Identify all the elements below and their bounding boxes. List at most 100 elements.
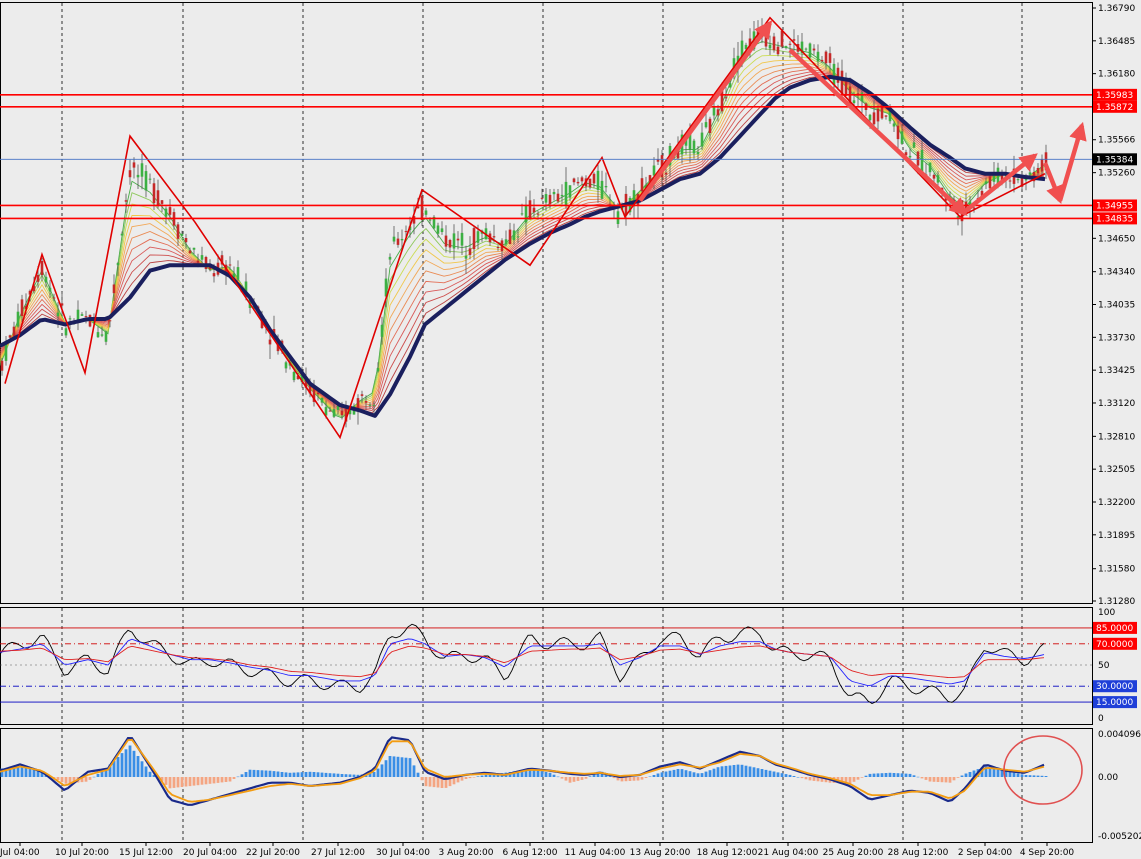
macd-bar-75 — [300, 772, 304, 777]
candle-body-224 — [896, 125, 900, 140]
macd-bar-180 — [720, 766, 724, 777]
candle-body-47 — [188, 250, 192, 254]
macd-bar-42 — [168, 777, 172, 789]
candle-body-14 — [56, 312, 60, 317]
x-tick-label-9: 11 Aug 04:00 — [565, 848, 626, 858]
macd-bar-88 — [352, 774, 356, 777]
macd-bar-226 — [904, 773, 908, 777]
candle-body-193 — [772, 36, 776, 51]
candle-body-135 — [540, 197, 544, 199]
price-tick-label-0: 1.36790 — [1098, 4, 1135, 14]
candle-body-225 — [900, 131, 904, 144]
candle-body-38 — [152, 183, 156, 204]
candle-body-107 — [428, 219, 432, 221]
macd-bar-256 — [1024, 775, 1028, 777]
candle-body-30 — [120, 233, 124, 236]
macd-bar-189 — [756, 768, 760, 777]
macd-bar-190 — [760, 769, 764, 777]
candle-body-28 — [112, 284, 116, 294]
macd-bar-242 — [968, 772, 972, 777]
candle-body-41 — [164, 208, 168, 217]
macd-bar-160 — [640, 777, 644, 780]
macd-bar-99 — [396, 756, 400, 777]
candle-body-111 — [444, 235, 448, 247]
candle-body-92 — [368, 404, 372, 406]
candle-body-90 — [360, 394, 364, 396]
candle-body-85 — [340, 410, 344, 416]
macd-bar-87 — [348, 774, 352, 777]
candle-body-26 — [104, 331, 108, 342]
macd-bar-72 — [288, 772, 292, 777]
macd-bar-195 — [780, 773, 784, 777]
macd-bar-44 — [176, 777, 180, 788]
chart-canvas[interactable]: 1.36790 1.36485 1.36180 1.35566 1.35260 1.346… — [0, 0, 1141, 859]
macd-bar-56 — [224, 777, 228, 782]
macd-bar-228 — [912, 775, 916, 777]
macd-bar-69 — [276, 771, 280, 777]
candle-body-93 — [372, 404, 376, 406]
osc-tick-label-2: 0 — [1098, 714, 1104, 724]
candle-body-178 — [712, 107, 716, 116]
candle-body-234 — [936, 175, 940, 183]
osc-level-badge-label-1: 70.0000 — [1096, 640, 1133, 650]
macd-bar-21 — [84, 777, 88, 782]
candle-body-198 — [792, 39, 796, 41]
price-tick-label-1: 1.36485 — [1098, 37, 1135, 47]
candle-body-46 — [184, 238, 188, 243]
macd-bar-48 — [192, 777, 196, 786]
macd-bar-116 — [464, 777, 468, 779]
macd-bar-5 — [20, 767, 24, 777]
macd-bar-158 — [632, 777, 636, 781]
macd-bar-232 — [928, 777, 932, 782]
macd-bar-143 — [572, 777, 576, 782]
macd-bar-253 — [1012, 772, 1016, 777]
macd-bar-78 — [312, 772, 316, 777]
macd-bar-138 — [552, 774, 556, 777]
candle-body-112 — [448, 240, 452, 248]
macd-bar-163 — [652, 775, 656, 777]
macd-bar-81 — [324, 772, 328, 777]
candle-body-95 — [380, 324, 384, 337]
macd-bar-101 — [404, 757, 408, 777]
macd-bar-82 — [328, 773, 332, 777]
macd-bar-146 — [584, 777, 588, 779]
macd-bar-7 — [28, 768, 32, 777]
macd-bar-178 — [712, 768, 716, 777]
macd-bar-47 — [188, 777, 192, 787]
chart-window[interactable]: 1.36790 1.36485 1.36180 1.35566 1.35260 1.346… — [0, 0, 1141, 859]
macd-bar-140 — [560, 777, 564, 779]
macd-bar-219 — [876, 773, 880, 777]
candle-body-145 — [580, 177, 584, 182]
candle-body-12 — [48, 287, 52, 292]
candle-body-217 — [868, 114, 872, 121]
macd-bar-188 — [752, 767, 756, 777]
macd-bar-185 — [740, 764, 744, 777]
macd-bar-98 — [392, 756, 396, 777]
candle-body-2 — [8, 335, 12, 338]
candle-body-191 — [764, 36, 768, 47]
candle-body-143 — [572, 178, 576, 183]
candle-body-227 — [908, 155, 912, 158]
macd-bar-15 — [60, 777, 64, 783]
macd-bar-45 — [180, 777, 184, 787]
candle-body-100 — [400, 239, 404, 241]
macd-bar-261 — [1044, 776, 1048, 777]
candle-body-182 — [728, 83, 732, 88]
x-tick-label-12: 21 Aug 04:00 — [758, 848, 819, 858]
candle-body-209 — [836, 67, 840, 83]
candle-body-127 — [508, 229, 512, 244]
candle-body-109 — [436, 225, 440, 234]
macd-bar-175 — [700, 773, 704, 777]
macd-bar-84 — [336, 773, 340, 777]
macd-bar-223 — [892, 773, 896, 777]
candle-body-144 — [576, 181, 580, 184]
candle-body-204 — [816, 51, 820, 62]
candle-body-59 — [236, 267, 240, 280]
x-tick-label-5: 27 Jul 12:00 — [311, 848, 365, 858]
macd-bar-179 — [716, 767, 720, 777]
candle-body-207 — [828, 53, 832, 63]
macd-bar-63 — [252, 769, 256, 777]
macd-bar-37 — [148, 771, 152, 777]
macd-bar-168 — [672, 769, 676, 777]
macd-bar-33 — [132, 750, 136, 777]
